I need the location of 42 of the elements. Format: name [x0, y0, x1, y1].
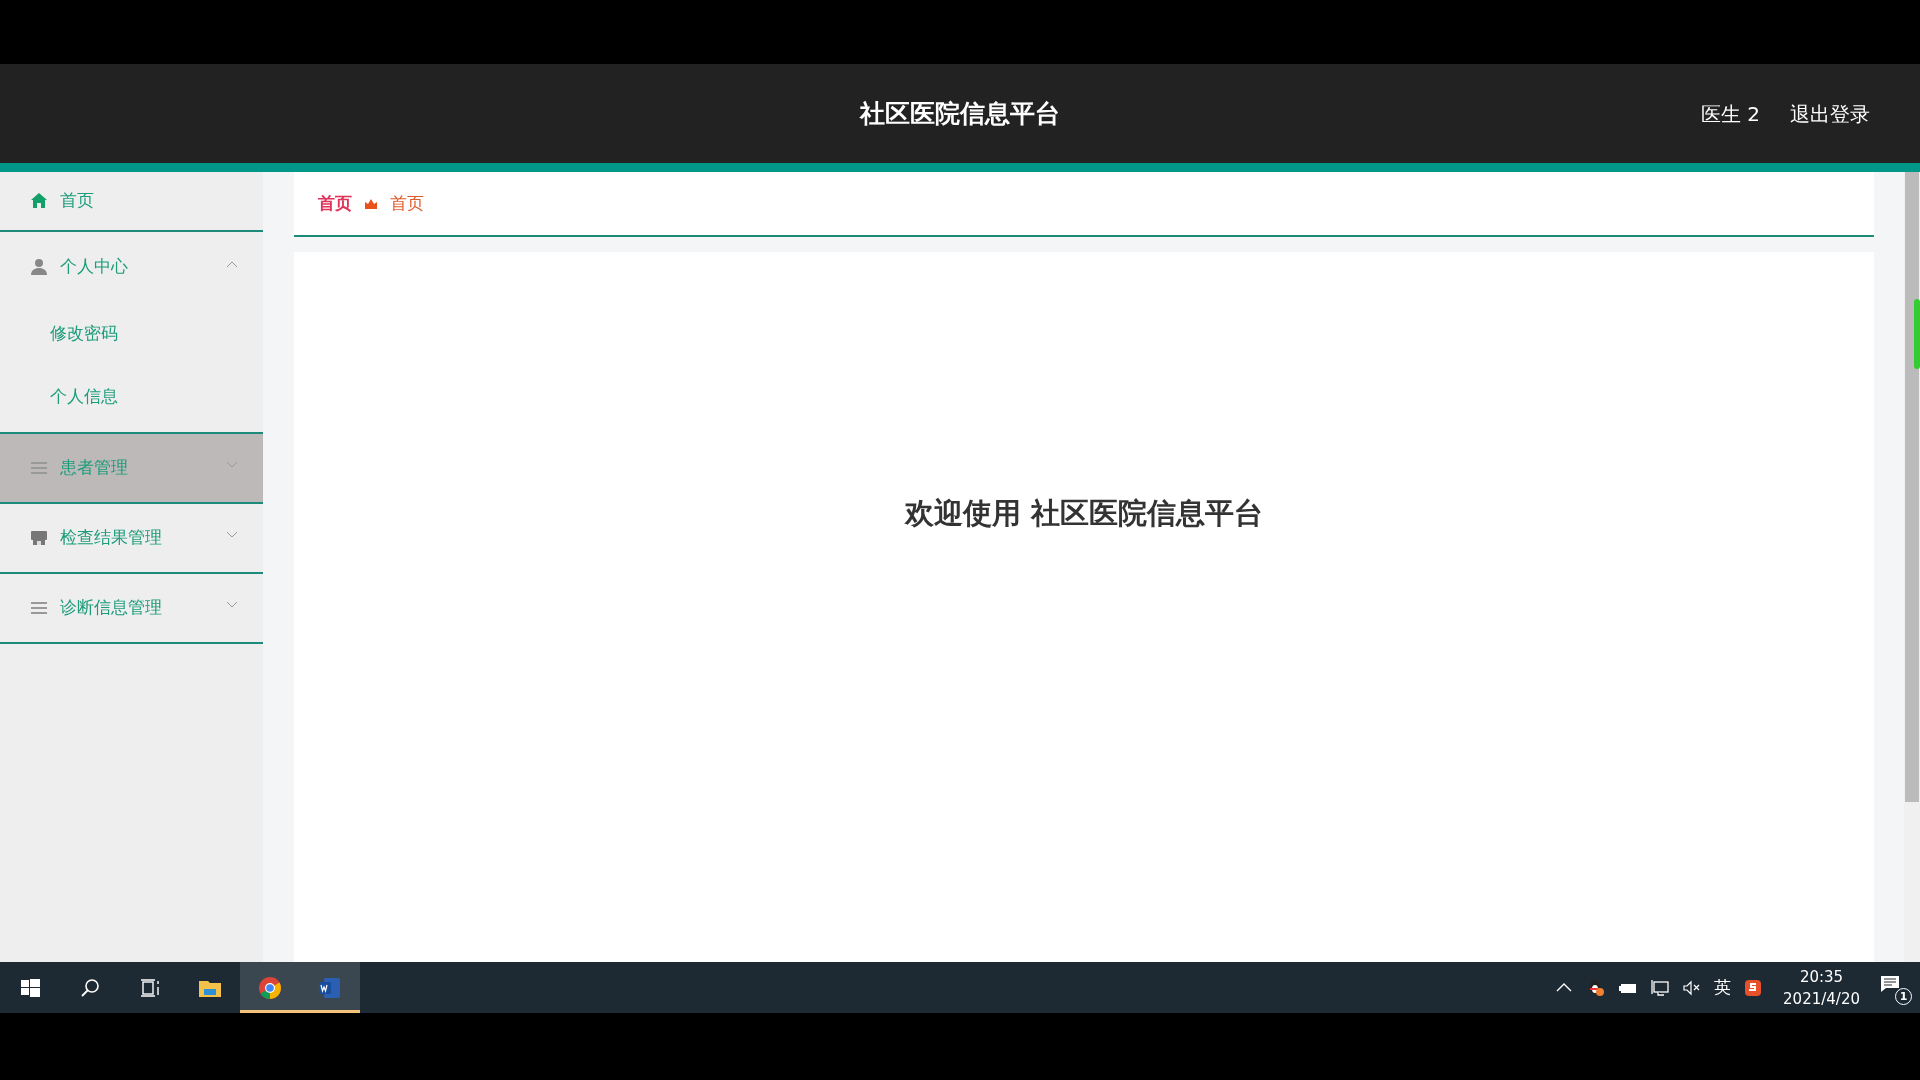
sidebar-item[interactable]: 检查结果管理	[0, 504, 263, 574]
submenu-item[interactable]: 个人信息	[0, 365, 263, 428]
scrollbar[interactable]	[1904, 172, 1920, 962]
breadcrumb-link[interactable]: 首页	[318, 190, 352, 217]
sidebar-item[interactable]: 患者管理	[0, 434, 263, 504]
notification-button[interactable]: 1	[1880, 972, 1910, 1003]
user-icon	[30, 258, 48, 276]
chevron-down-icon	[226, 461, 238, 469]
chevron-down-icon	[226, 531, 238, 539]
menu-label: 个人中心	[60, 255, 128, 279]
submenu-item[interactable]: 修改密码	[0, 302, 263, 365]
menu-label: 患者管理	[60, 456, 128, 480]
menu-label: 检查结果管理	[60, 526, 162, 550]
notification-count-badge: 1	[1895, 987, 1912, 1005]
taskbar-button[interactable]	[300, 962, 360, 1013]
chrome-icon	[258, 975, 282, 1000]
sogou-input-icon[interactable]	[1743, 977, 1764, 998]
home-icon	[30, 192, 48, 210]
clock[interactable]: 20:35 2021/4/20	[1775, 965, 1868, 1010]
crown-icon	[364, 197, 378, 210]
sidebar-item[interactable]: 首页	[0, 172, 263, 232]
clock-time: 20:35	[1798, 966, 1845, 988]
network-icon[interactable]	[1650, 977, 1671, 998]
chevron-up-icon	[226, 260, 238, 268]
chevron-down-icon	[226, 601, 238, 609]
taskbar-button[interactable]	[240, 962, 300, 1013]
clock-date: 2021/4/20	[1783, 988, 1860, 1010]
user-name-link[interactable]: 医生 2	[1700, 98, 1760, 129]
sidebar-item[interactable]: 诊断信息管理	[0, 574, 263, 644]
store-icon	[30, 529, 48, 547]
input-language-indicator[interactable]: 英	[1714, 974, 1732, 1001]
welcome-heading: 欢迎使用 社区医院信息平台	[904, 495, 1264, 532]
word-icon	[318, 975, 342, 1000]
list-icon	[30, 459, 48, 477]
sidebar-item[interactable]: 个人中心	[0, 232, 263, 302]
menu-label: 诊断信息管理	[60, 596, 162, 620]
breadcrumb-current: 首页	[390, 191, 424, 215]
site-title: 社区医院信息平台	[860, 97, 1060, 130]
message-icon	[1880, 975, 1900, 993]
menu-label: 首页	[60, 189, 94, 213]
logout-link[interactable]: 退出登录	[1790, 98, 1870, 129]
list-icon	[30, 599, 48, 617]
